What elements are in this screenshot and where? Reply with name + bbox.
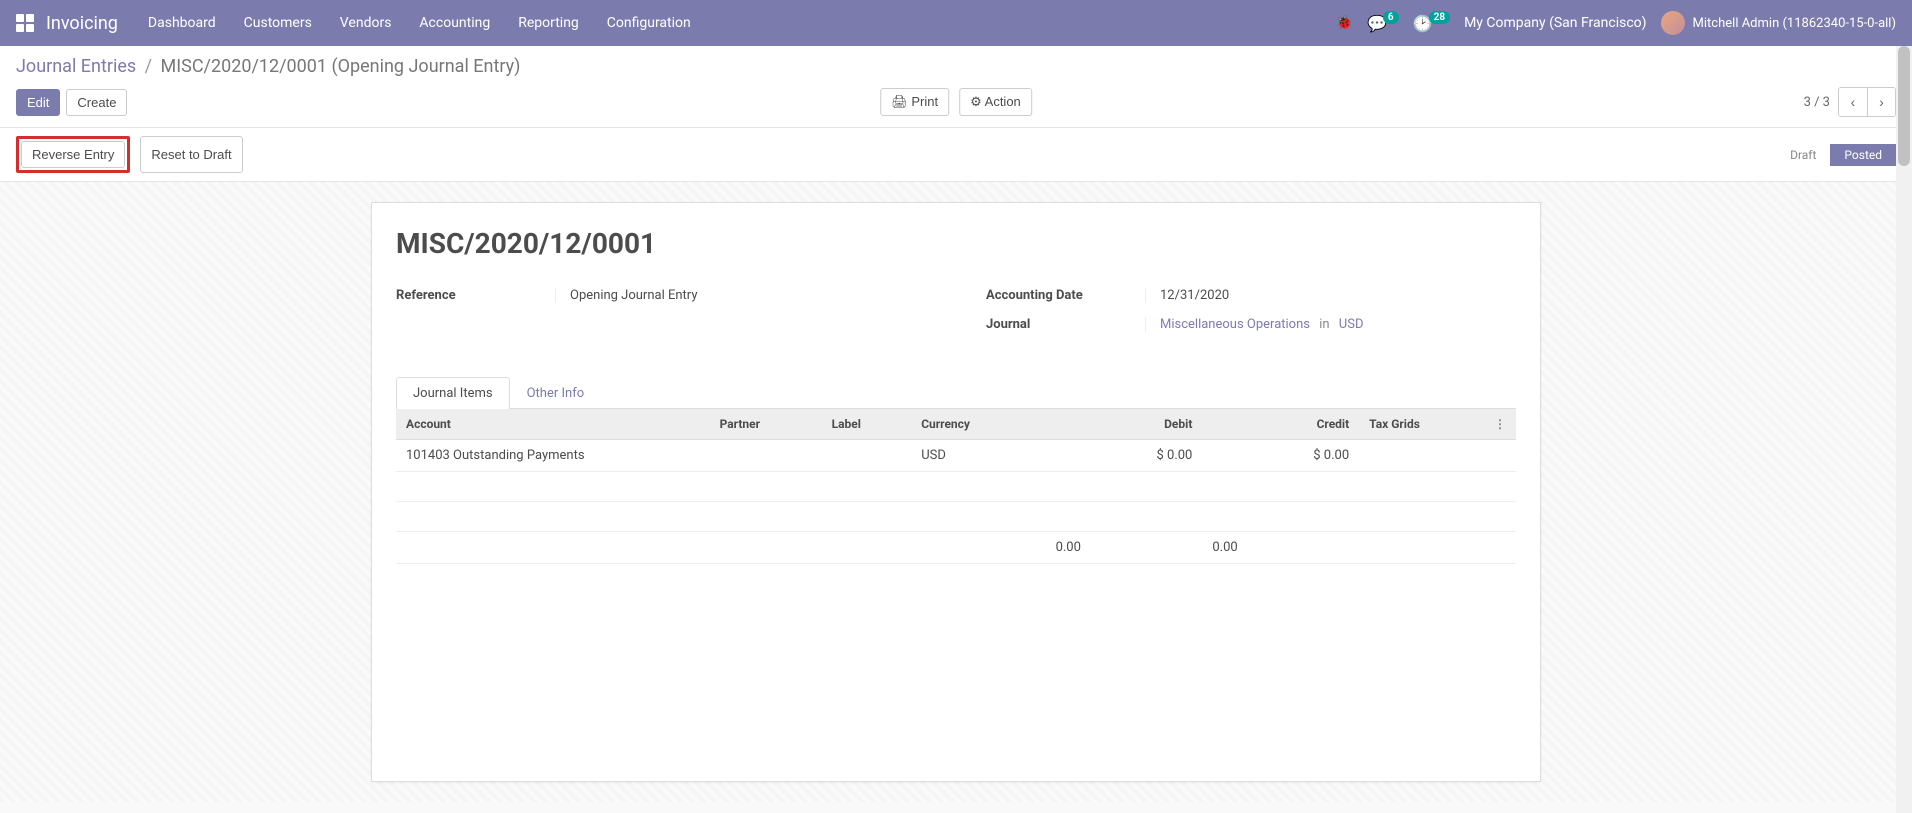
table-header-row: Account Partner Label Currency Debit Cre… (396, 409, 1516, 440)
reverse-entry-highlight: Reverse Entry (16, 136, 130, 173)
scrollbar[interactable]: ▴ (1896, 46, 1912, 813)
nav-right: 🐞 💬 6 🕑 28 My Company (San Francisco) Mi… (1336, 11, 1896, 35)
cell-credit: $ 0.00 (1202, 440, 1359, 472)
accounting-date-label: Accounting Date (986, 288, 1146, 303)
create-button[interactable]: Create (66, 89, 127, 116)
cell-tax-grids (1359, 440, 1516, 472)
toolbar: Edit Create 🖨 Print ⚙ Action 3 / 3 ‹ › (16, 87, 1896, 127)
th-account[interactable]: Account (396, 409, 710, 440)
debug-icon[interactable]: 🐞 (1336, 15, 1353, 31)
status-bar: Reverse Entry Reset to Draft Draft Poste… (0, 127, 1912, 182)
breadcrumb: Journal Entries / MISC/2020/12/0001 (Ope… (16, 56, 1896, 77)
control-panel: Journal Entries / MISC/2020/12/0001 (Ope… (0, 46, 1912, 127)
print-label: Print (911, 94, 938, 109)
reference-label: Reference (396, 288, 556, 303)
edit-button[interactable]: Edit (16, 89, 60, 116)
cell-debit: $ 0.00 (1046, 440, 1203, 472)
journal-items-table: Account Partner Label Currency Debit Cre… (396, 409, 1516, 564)
th-partner[interactable]: Partner (710, 409, 822, 440)
spacer-row (396, 472, 1516, 502)
cell-currency: USD (911, 440, 1045, 472)
messages-button[interactable]: 💬 6 (1367, 14, 1399, 33)
nav-vendors[interactable]: Vendors (340, 15, 392, 31)
status-posted[interactable]: Posted (1830, 144, 1896, 166)
nav-reporting[interactable]: Reporting (518, 15, 579, 31)
user-name: Mitchell Admin (11862340-15-0-all) (1693, 16, 1896, 31)
company-switcher[interactable]: My Company (San Francisco) (1464, 15, 1646, 31)
total-debit: 0.00 (1046, 532, 1203, 564)
form-sheet: MISC/2020/12/0001 Reference Opening Jour… (371, 202, 1541, 782)
journal-in: in (1319, 317, 1329, 332)
tabs: Journal Items Other Info (396, 376, 1516, 409)
total-credit: 0.00 (1202, 532, 1359, 564)
activities-count: 28 (1429, 11, 1450, 24)
pager-text: 3 / 3 (1804, 95, 1830, 110)
columns-menu-icon[interactable]: ⋮ (1494, 417, 1506, 431)
reverse-entry-button[interactable]: Reverse Entry (21, 141, 125, 168)
journal-link[interactable]: Miscellaneous Operations (1160, 317, 1310, 332)
totals-row: 0.00 0.00 (396, 532, 1516, 564)
breadcrumb-sep: / (145, 56, 152, 77)
activities-button[interactable]: 🕑 28 (1413, 14, 1450, 33)
reference-value: Opening Journal Entry (556, 288, 697, 303)
nav-menu: Dashboard Customers Vendors Accounting R… (148, 15, 691, 31)
journal-value: Miscellaneous Operations in USD (1146, 317, 1363, 332)
reset-to-draft-button[interactable]: Reset to Draft (140, 136, 242, 173)
currency-link[interactable]: USD (1339, 317, 1364, 332)
print-button[interactable]: 🖨 Print (880, 88, 949, 116)
avatar (1661, 11, 1685, 35)
record-title: MISC/2020/12/0001 (396, 227, 1516, 260)
nav-dashboard[interactable]: Dashboard (148, 15, 216, 31)
nav-customers[interactable]: Customers (244, 15, 312, 31)
app-title[interactable]: Invoicing (46, 13, 118, 34)
th-label[interactable]: Label (822, 409, 912, 440)
th-tax-grids[interactable]: Tax Grids ⋮ (1359, 409, 1516, 440)
cell-partner (710, 440, 822, 472)
nav-accounting[interactable]: Accounting (419, 15, 490, 31)
pager-prev[interactable]: ‹ (1839, 88, 1867, 116)
action-label: Action (985, 94, 1021, 109)
table-row[interactable]: 101403 Outstanding Payments USD $ 0.00 $… (396, 440, 1516, 472)
user-menu[interactable]: Mitchell Admin (11862340-15-0-all) (1661, 11, 1896, 35)
th-credit[interactable]: Credit (1202, 409, 1359, 440)
pager-next[interactable]: › (1867, 88, 1895, 116)
content-area: MISC/2020/12/0001 Reference Opening Jour… (0, 182, 1912, 802)
cell-label (822, 440, 912, 472)
accounting-date-value: 12/31/2020 (1146, 288, 1229, 303)
journal-label: Journal (986, 317, 1146, 332)
print-icon: 🖨 (891, 94, 908, 109)
th-currency[interactable]: Currency (911, 409, 1045, 440)
apps-icon[interactable] (16, 14, 34, 32)
th-tax-grids-label: Tax Grids (1369, 417, 1420, 431)
messages-count: 6 (1383, 11, 1399, 24)
gear-icon: ⚙ (970, 94, 982, 109)
breadcrumb-current: MISC/2020/12/0001 (Opening Journal Entry… (161, 56, 521, 77)
tab-other-info[interactable]: Other Info (510, 377, 602, 409)
spacer-row (396, 502, 1516, 532)
nav-configuration[interactable]: Configuration (607, 15, 691, 31)
action-button[interactable]: ⚙ Action (959, 88, 1032, 116)
cell-account: 101403 Outstanding Payments (396, 440, 710, 472)
tab-journal-items[interactable]: Journal Items (396, 377, 510, 409)
th-debit[interactable]: Debit (1046, 409, 1203, 440)
scrollbar-thumb[interactable] (1898, 46, 1910, 166)
breadcrumb-root[interactable]: Journal Entries (16, 56, 136, 77)
top-nav: Invoicing Dashboard Customers Vendors Ac… (0, 0, 1912, 46)
field-grid: Reference Opening Journal Entry Accounti… (396, 288, 1516, 346)
